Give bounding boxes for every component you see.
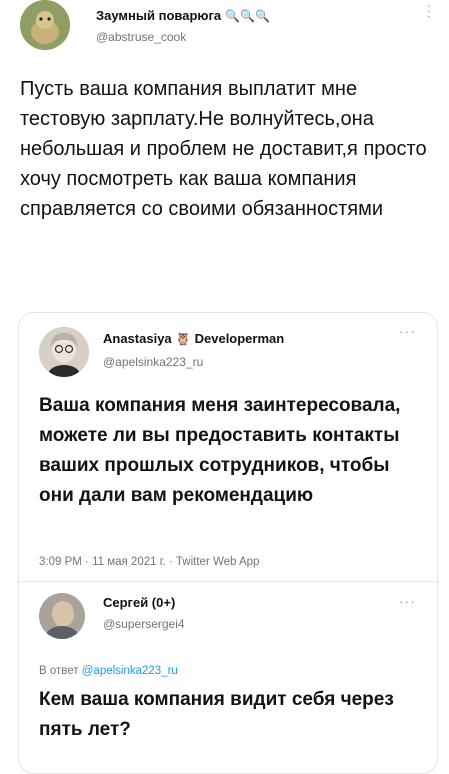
tweet-meta: 3:09 PM · 11 мая 2021 г. · Twitter Web A… — [39, 556, 259, 568]
reply-context: В ответ @apelsinka223_ru — [39, 665, 178, 677]
author-name-row: Заумный поварюга 🔍🔍🔍 — [96, 8, 270, 23]
outer-tweet: Заумный поварюга 🔍🔍🔍 @abstruse_cook ··· … — [0, 0, 449, 774]
author-handle[interactable]: @abstruse_cook — [96, 30, 186, 44]
avatar[interactable] — [39, 327, 89, 377]
reply-prefix: В ответ — [39, 665, 79, 677]
quoted-tweet-text: Ваша компания меня заинтересовала, может… — [39, 395, 401, 506]
owl-emoji-icon: 🦉 — [175, 331, 191, 346]
avatar[interactable] — [39, 593, 85, 639]
separator-dot: · — [85, 556, 93, 568]
author-handle[interactable]: @supersergei4 — [103, 617, 185, 631]
magnifier-emoji-icon: 🔍🔍🔍 — [225, 8, 270, 23]
author-handle[interactable]: @apelsinka223_ru — [103, 355, 203, 369]
author-display-name[interactable]: Anastasiya — [103, 331, 172, 346]
avatar[interactable] — [20, 0, 70, 50]
reply-handle-link[interactable]: @apelsinka223_ru — [82, 665, 178, 677]
author-display-name[interactable]: Сергей (0+) — [103, 595, 175, 610]
separator-dot: · — [168, 556, 176, 568]
author-name-row: Сергей (0+) — [103, 595, 175, 610]
tweet-source[interactable]: Twitter Web App — [176, 556, 260, 568]
author-display-name[interactable]: Заумный поварюга — [96, 8, 221, 23]
tweet-date[interactable]: 11 мая 2021 г. — [92, 556, 166, 568]
author-name-row: Anastasiya 🦉 Developerman — [103, 331, 284, 346]
ellipsis-vertical-icon[interactable]: ··· — [422, 4, 437, 20]
author-name-suffix: Developerman — [194, 331, 285, 346]
tweet-time[interactable]: 3:09 PM — [39, 556, 82, 568]
tweet-text: Пусть ваша компания выплатит мне тестову… — [20, 78, 427, 220]
ellipsis-icon[interactable]: ··· — [399, 593, 416, 609]
reply-text: Кем ваша компания видит себя через пять … — [39, 689, 394, 740]
quoted-tweet-card[interactable]: Anastasiya 🦉 Developerman @apelsinka223_… — [18, 312, 438, 774]
divider — [19, 581, 437, 582]
ellipsis-icon[interactable]: ··· — [399, 323, 416, 339]
